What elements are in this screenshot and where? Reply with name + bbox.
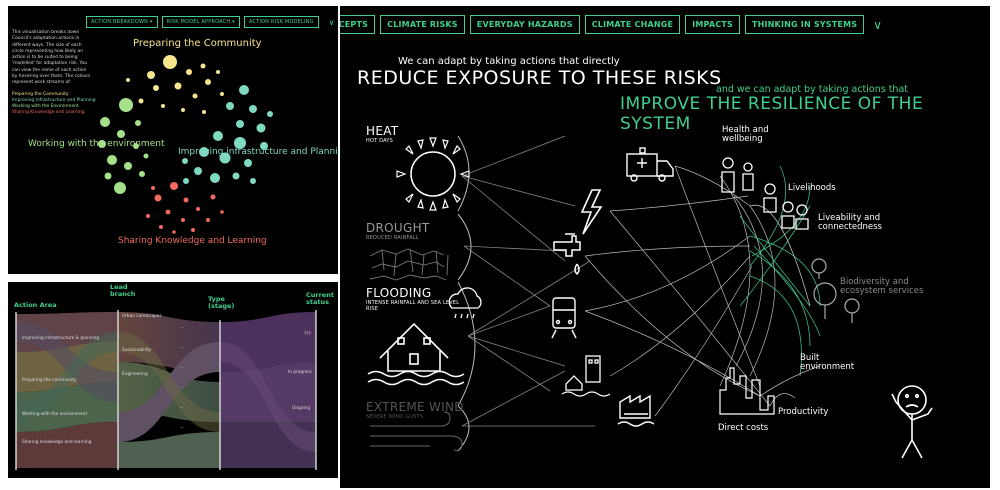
ribbons-branch-type[interactable]	[118, 312, 220, 468]
risk-title-drought: DROUGHT	[366, 221, 430, 235]
ribbons-type-status[interactable]	[220, 312, 316, 468]
risk-sub-heat: HOT DAYS	[366, 138, 393, 144]
cluster-label-knowledge: Sharing Knowledge and Learning	[118, 236, 267, 246]
system-diagram-panel: CONCEPTS CLIMATE RISKS EVERYDAY HAZARDS …	[340, 6, 990, 488]
outcome-productivity: Productivity	[778, 407, 829, 417]
people-icon	[721, 157, 809, 230]
lightning-icon	[580, 189, 603, 235]
skyline-icon	[719, 367, 775, 415]
status-label-unknown: ???	[304, 332, 311, 337]
flood-house-icon	[367, 322, 465, 386]
status-label-ongoing: Ongoing	[292, 406, 311, 411]
outcome-health: Health and wellbeing	[722, 125, 769, 144]
train-icon	[551, 297, 577, 339]
risk-sub-flooding: INTENSE RAINFALL AND SEA LEVEL RISE	[366, 300, 460, 312]
area-label-community: Preparing the community	[22, 378, 77, 383]
cluster-label-infrastructure: Improving infrastructure and Planning	[178, 147, 338, 157]
outcome-links	[749, 204, 821, 407]
parallel-sets-panel: Action Area Lead branch Type (stage) Cur…	[8, 282, 338, 478]
system-network	[367, 135, 933, 459]
risk-title-extreme-wind: EXTREME WIND	[366, 400, 464, 414]
knowledge-bubbles[interactable]	[146, 182, 224, 234]
cracked-earth-icon	[369, 248, 449, 281]
flooded-houses-icon	[561, 355, 611, 397]
action-breakdown-panel: ACTION BREAKDOWN ▾ RISK MODEL APPROACH ▾…	[8, 6, 338, 274]
infrastructure-bubbles[interactable]	[182, 85, 273, 184]
risk-sub-extreme-wind: SEVERE WIND GUSTS	[366, 414, 424, 420]
area-label-infrastructure: Improving infrastructure & planning	[22, 336, 100, 341]
outcome-biodiversity: Biodiversity and ecosystem services	[840, 277, 924, 296]
community-bubbles[interactable]	[126, 55, 224, 114]
stick-figure-icon	[891, 385, 933, 459]
factory-icon	[617, 394, 655, 427]
outcome-built: Built environment	[800, 353, 855, 372]
outcome-direct-costs: Direct costs	[718, 423, 769, 433]
sun-icon	[396, 137, 470, 211]
branch-label-sustainability: Sustainability	[122, 348, 152, 353]
area-label-environment: Working with the environment	[22, 412, 88, 417]
ambulance-icon	[626, 147, 674, 182]
risk-title-heat: HEAT	[366, 124, 399, 138]
tap-icon	[553, 233, 581, 276]
branch-label-urban: Urban Landscapes	[122, 314, 162, 319]
risk-title-flooding: FLOODING	[366, 286, 432, 300]
area-label-knowledge: Sharing knowledge and learning	[22, 440, 92, 445]
svg-text:—: —	[180, 425, 184, 429]
outcome-liveability: Liveability and connectedness	[818, 213, 882, 232]
cluster-label-environment: Working with the environment	[28, 139, 165, 149]
branch-label-engineering: Engineering	[122, 372, 148, 377]
outcome-livelihoods: Livelihoods	[788, 183, 836, 193]
green-web	[739, 165, 821, 377]
status-label-in-progress: In progress	[288, 370, 312, 375]
risk-sub-drought: REDUCED RAINFALL	[366, 235, 419, 241]
risk-links	[461, 135, 595, 427]
cluster-label-community: Preparing the Community	[133, 38, 262, 49]
